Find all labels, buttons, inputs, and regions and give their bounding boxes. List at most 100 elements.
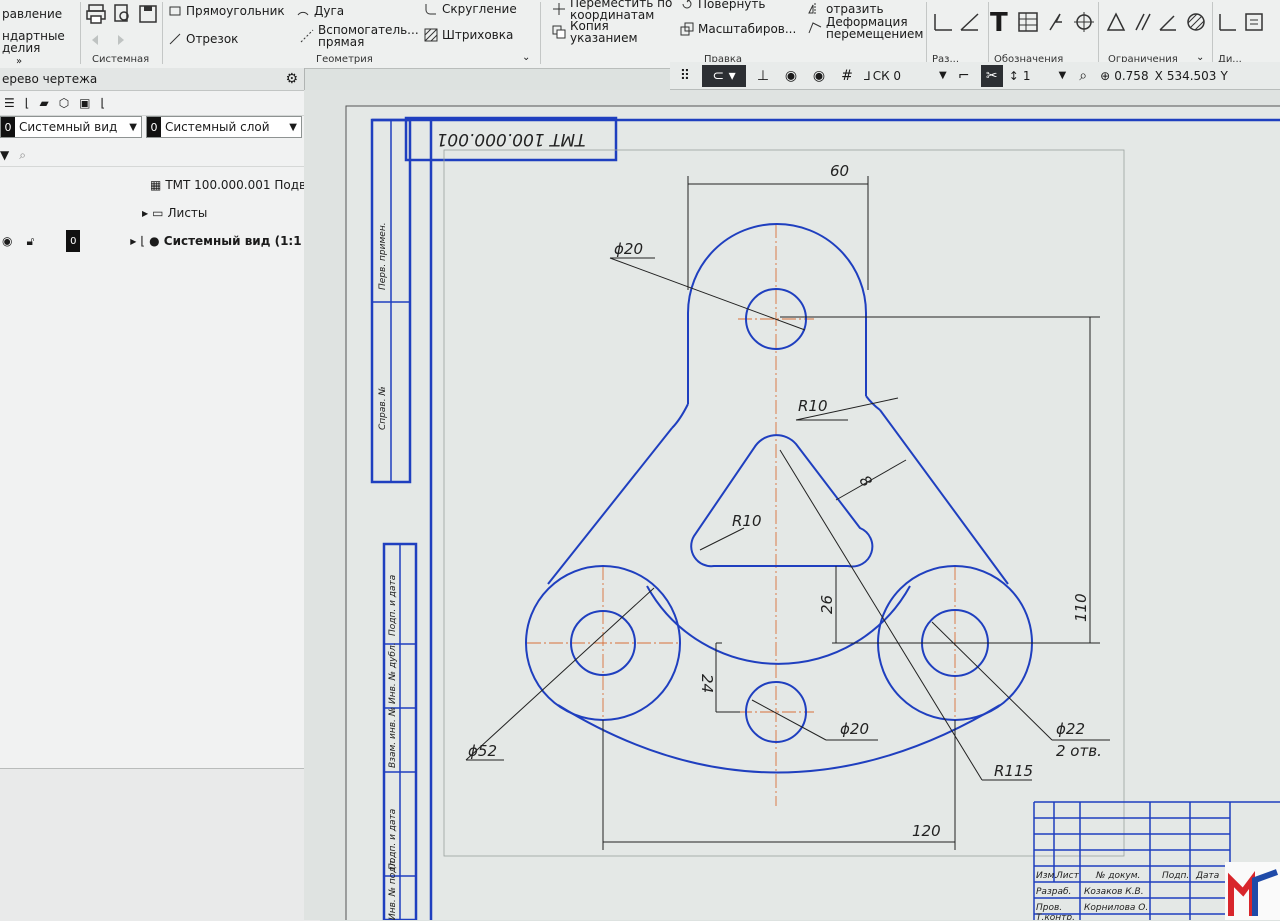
panel-icon-bar: ☰ ⌊ ▰ ⬡ ▣ ⌊ (0, 91, 304, 116)
x-value: 534.503 (1166, 68, 1217, 83)
fillet-tool[interactable]: Скругление (424, 2, 517, 16)
snap-magnet-button[interactable]: ⊂ ▾ (702, 64, 746, 87)
orthogonal-icon[interactable]: ⌐ (953, 65, 975, 87)
grid-icon[interactable]: # (836, 65, 858, 87)
tree-item-sheets-label: Листы (167, 206, 208, 220)
lock-icon[interactable]: 🔓︎ (26, 234, 34, 249)
y-label: Y (1220, 68, 1228, 83)
angle-dimension-icon[interactable] (958, 10, 982, 34)
copy-icon (552, 25, 566, 39)
tree-item-system-view[interactable]: ◉ 🔓︎ 0 ▶ ⌊ ● Системный вид (1:1 (0, 230, 304, 252)
snap-toggle-button[interactable]: ✂ (980, 64, 1003, 87)
tb-role-developer: Разраб. (1036, 887, 1071, 897)
ribbon-left-label-1[interactable]: равление (2, 8, 62, 20)
preview-icon[interactable] (110, 2, 134, 26)
panel-title: ерево чертежа (2, 72, 98, 86)
scale-tool[interactable]: Масштабиров... (680, 22, 796, 36)
drawing-tree-panel: ерево чертежа ⚙ ☰ ⌊ ▰ ⬡ ▣ ⌊ 0 Системный … (0, 68, 320, 768)
deform-tool[interactable]: Деформация перемещением (808, 16, 923, 40)
ribbon-left-label-3[interactable]: делия (2, 42, 40, 54)
mirror-tool[interactable]: отразить (808, 2, 884, 16)
document-icon: ▦ (150, 178, 162, 192)
parallel-icon[interactable] (1130, 10, 1154, 34)
step-value: 1 (1022, 68, 1031, 83)
zoom-window-icon[interactable]: ⌕ (1072, 65, 1094, 87)
dim-phi22: ϕ22 (1056, 720, 1085, 738)
group-label-geometry: Геометрия (316, 54, 373, 65)
copy-tool[interactable]: Копия указанием (552, 20, 638, 44)
fillet-label: Скругление (442, 2, 517, 16)
grid-dots-icon[interactable]: ⠿ (674, 65, 696, 87)
tree-item-sheets[interactable]: ▶ ▭ Листы (142, 202, 207, 224)
search-icon[interactable]: ⌕ (19, 148, 26, 163)
group-label-system: Системная (92, 54, 150, 65)
image-icon[interactable]: ▣ (79, 96, 90, 110)
segment-tool[interactable]: Отрезок (168, 32, 238, 46)
view-settings-icon[interactable]: ⌊ (101, 96, 106, 110)
expand-arrow-icon[interactable]: ▶ (142, 209, 148, 218)
scale-icon (680, 22, 694, 36)
rectangle-icon (169, 6, 181, 16)
print-icon[interactable] (84, 2, 108, 26)
tb-role-checker: Пров. (1036, 903, 1062, 913)
zoom-field[interactable]: ⊕ 0.758 (1100, 69, 1148, 83)
deform-label-2: перемещением (826, 27, 924, 41)
arc-tool[interactable]: Дуга (296, 4, 344, 18)
eye-icon[interactable]: ◉ (2, 234, 12, 248)
cs-icon: ⅃ (864, 68, 871, 83)
view-select[interactable]: 0 Системный вид ▼ (0, 116, 142, 138)
linear-dimension-icon[interactable] (932, 10, 956, 34)
side-label-first-use: Перв. примен. (378, 222, 388, 290)
rotate-tool[interactable]: Повернуть (680, 0, 765, 11)
center-mark-icon[interactable] (1072, 10, 1096, 34)
rectangle-tool[interactable]: Прямоугольник (168, 4, 285, 18)
perpendicular-icon[interactable]: ⊥ (752, 65, 774, 87)
segment-icon (169, 33, 181, 45)
view-icon[interactable]: ⌊ (25, 96, 30, 110)
drawing-sheet: 60 ϕ20 R10 R10 8 110 26 24 ϕ20 ϕ22 2 отв… (345, 105, 1280, 920)
list-icon[interactable]: ☰ (4, 96, 15, 110)
tb-header-change: Изм. (1036, 871, 1057, 881)
expand-arrow-icon[interactable]: ▶ (130, 237, 136, 246)
tb-name-checker: Корнилова О. (1084, 903, 1148, 913)
angle-icon[interactable] (1156, 10, 1180, 34)
step-selector[interactable]: ↕ 1 ▼ (1009, 69, 1066, 83)
constraint-icon[interactable] (1104, 10, 1128, 34)
dim-r10-inner: R10 (732, 512, 762, 530)
save-icon[interactable] (136, 2, 160, 26)
tb-header-doc: № докум. (1095, 871, 1140, 881)
rotate-label: Повернуть (698, 0, 766, 11)
measure-icon[interactable] (1216, 10, 1240, 34)
eye-icon[interactable]: ◉ (808, 65, 830, 87)
undo-redo-icon[interactable] (88, 32, 128, 48)
dim-phi20-top: ϕ20 (614, 240, 643, 258)
filter-icon[interactable]: ▼ (0, 148, 9, 162)
chevron-down-icon[interactable]: » (16, 56, 22, 67)
chevron-down-icon: ▼ (289, 121, 297, 133)
view-toolbar: ⠿ ⊂ ▾ ⊥ ◉ ◉ # ⅃ СК 0 ▼ ⌐ ✂ ↕ 1 ▼ ⌕ ⊕ 0.758 X5… (670, 62, 1280, 90)
leader-icon[interactable] (1044, 10, 1068, 34)
tree-filter-bar: ▼ ⌕ (0, 144, 304, 167)
aux-line-tool[interactable]: Вспомогатель... прямая (300, 24, 419, 48)
filter-shapes-icon[interactable]: ⬡ (59, 96, 69, 110)
move-by-coords-tool[interactable]: Переместить по координатам (552, 0, 672, 21)
gear-icon[interactable]: ⚙ (285, 71, 298, 87)
hatch-tool[interactable]: Штриховка (424, 28, 513, 42)
dim-phi20-bottom: ϕ20 (840, 720, 869, 738)
chevron-down-icon[interactable]: ⌄ (522, 52, 530, 63)
dim-60: 60 (830, 162, 849, 180)
eye-show-icon[interactable]: ◉ (780, 65, 802, 87)
layer-icon[interactable]: ▰ (39, 96, 48, 110)
text-tool-icon[interactable]: T (990, 8, 1008, 38)
aux-line-label-2: прямая (318, 35, 365, 49)
drawing-canvas[interactable]: 60 ϕ20 R10 R10 8 110 26 24 ϕ20 ϕ22 2 отв… (304, 90, 1280, 920)
layer-select[interactable]: 0 Системный слой ▼ (146, 116, 302, 138)
diagnostic-icon[interactable] (1242, 10, 1266, 34)
chevron-down-icon: ▼ (939, 70, 947, 81)
zoom-icon: ⊕ (1100, 68, 1111, 83)
hatch-circle-icon[interactable] (1184, 10, 1208, 34)
cs-selector[interactable]: ⅃ СК 0 ▼ (864, 69, 947, 83)
copy-label-2: указанием (570, 31, 638, 45)
tree-item-document[interactable]: ▦ ТМТ 100.000.001 Подвес (150, 174, 320, 196)
table-icon[interactable] (1016, 10, 1040, 34)
